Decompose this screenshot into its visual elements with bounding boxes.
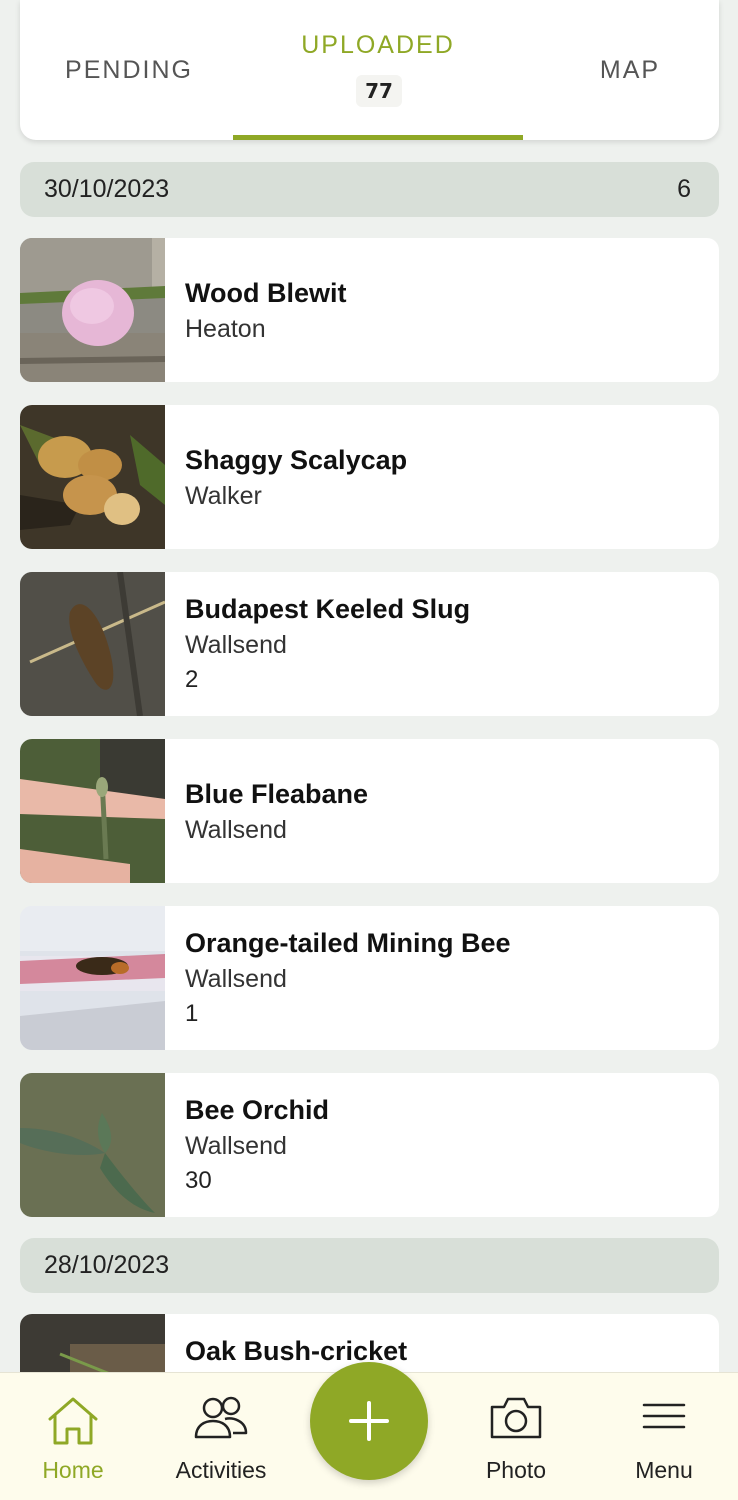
tab-uploaded[interactable]: UPLOADED 77 — [233, 0, 523, 140]
record-title: Wood Blewit — [185, 278, 347, 308]
record-count: 1 — [185, 1000, 199, 1027]
tab-bar: PENDING UPLOADED 77 MAP — [20, 0, 719, 140]
record-location: Heaton — [185, 315, 266, 343]
record-location: Wallsend — [185, 816, 287, 844]
record-photo — [20, 739, 165, 883]
date-header: 30/10/2023 6 — [20, 162, 719, 217]
uploaded-count-badge: 77 — [356, 75, 402, 107]
tab-pending-label: PENDING — [65, 56, 193, 84]
record-title: Bee Orchid — [185, 1095, 330, 1125]
record-title: Budapest Keeled Slug — [185, 594, 471, 624]
date-text: 28/10/2023 — [44, 1251, 170, 1279]
tab-map[interactable]: MAP — [580, 0, 680, 140]
record-location: Wallsend — [185, 965, 287, 993]
record-location: Walker — [185, 482, 262, 510]
camera-icon — [490, 1397, 542, 1439]
record-location: Wallsend — [185, 631, 287, 659]
nav-photo-label: Photo — [485, 1457, 547, 1483]
record-card[interactable]: Shaggy Scalycap Walker — [20, 405, 719, 549]
record-location: Wallsend — [185, 1132, 287, 1160]
tab-map-label: MAP — [599, 56, 661, 84]
nav-activities[interactable]: Activities — [160, 1373, 282, 1500]
date-header: 28/10/2023 — [20, 1238, 719, 1293]
record-photo — [20, 238, 165, 382]
nav-menu[interactable]: Menu — [612, 1373, 716, 1500]
people-icon — [194, 1396, 248, 1439]
record-card[interactable]: Blue Fleabane Wallsend — [20, 739, 719, 883]
hamburger-icon — [642, 1403, 686, 1429]
record-count: 30 — [185, 1167, 212, 1194]
nav-activities-label: Activities — [175, 1457, 267, 1483]
record-card[interactable]: Bee Orchid Wallsend 30 — [20, 1073, 719, 1217]
record-card[interactable]: Orange-tailed Mining Bee Wallsend 1 — [20, 906, 719, 1050]
record-photo — [20, 906, 165, 1050]
nav-photo[interactable]: Photo — [462, 1373, 570, 1500]
date-record-count: 6 — [677, 175, 691, 203]
record-count: 2 — [185, 666, 199, 693]
nav-home[interactable]: Home — [20, 1373, 126, 1500]
record-card[interactable]: Wood Blewit Heaton — [20, 238, 719, 382]
add-record-button[interactable] — [310, 1362, 428, 1480]
record-photo — [20, 572, 165, 716]
home-icon — [48, 1397, 98, 1445]
tab-uploaded-label: UPLOADED — [301, 31, 455, 59]
record-title: Shaggy Scalycap — [185, 445, 408, 475]
plus-icon — [349, 1401, 389, 1441]
record-photo — [20, 1073, 165, 1217]
tab-pending[interactable]: PENDING — [45, 0, 213, 140]
date-text: 30/10/2023 — [44, 175, 170, 203]
nav-home-label: Home — [42, 1457, 104, 1483]
nav-menu-label: Menu — [635, 1457, 693, 1483]
record-title: Orange-tailed Mining Bee — [185, 928, 511, 958]
record-card[interactable]: Budapest Keeled Slug Wallsend 2 — [20, 572, 719, 716]
record-title: Blue Fleabane — [185, 779, 369, 809]
active-tab-indicator — [233, 135, 523, 140]
record-photo — [20, 405, 165, 549]
